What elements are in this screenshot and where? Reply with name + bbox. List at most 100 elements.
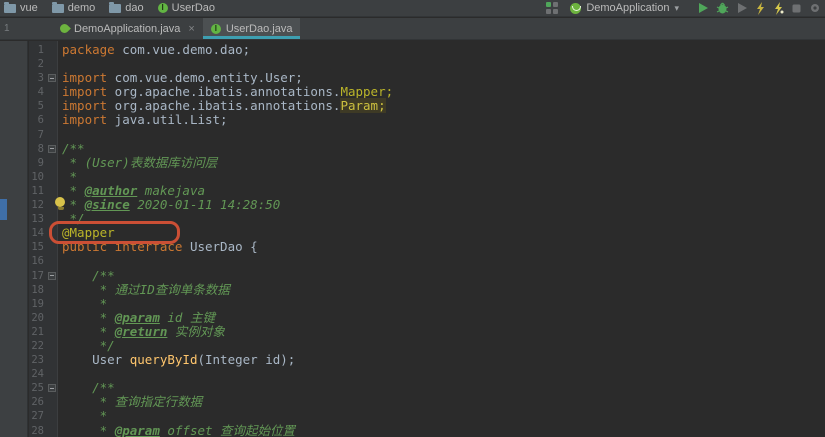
code-token: User: [62, 352, 130, 368]
tab-demoapplication[interactable]: DemoApplication.java ×: [52, 18, 203, 39]
code-token: *: [62, 408, 108, 424]
line-number: 5: [37, 100, 44, 113]
run-configuration-select[interactable]: DemoApplication ▾: [566, 1, 683, 15]
code-line[interactable]: * @author makejava: [62, 182, 825, 198]
code-token: *: [62, 182, 85, 198]
code-line[interactable]: User queryById(Integer id);: [62, 353, 825, 367]
grid-icon[interactable]: [546, 2, 559, 14]
code-line[interactable]: import org.apache.ibatis.annotations.Map…: [62, 85, 825, 99]
breadcrumb-userdao[interactable]: I UserDao: [157, 2, 216, 14]
code-token: org.apache.ibatis.annotations.: [107, 98, 341, 114]
code-token: java.util.List;: [107, 112, 228, 128]
code-line[interactable]: * 通过ID查询单条数据: [62, 282, 825, 297]
code-line[interactable]: * (User)表数据库访问层: [62, 154, 825, 170]
ide-window: vue demo dao I UserDao DemoApplication ▾: [0, 0, 825, 437]
line-number: 9: [37, 156, 44, 169]
breadcrumb-label: UserDao: [171, 2, 216, 14]
code-line[interactable]: [62, 128, 825, 142]
code-token: org.apache.ibatis.annotations.: [107, 84, 341, 100]
breadcrumb-demo[interactable]: demo: [51, 1, 95, 14]
spring-leaf-icon: [58, 22, 71, 35]
mapper-highlight-box: [49, 221, 180, 244]
line-number: 20: [31, 311, 44, 324]
code-line[interactable]: [62, 57, 825, 71]
line-number: 11: [31, 184, 44, 197]
code-line[interactable]: * 查询指定行数据: [62, 395, 825, 409]
tab-userdao[interactable]: I UserDao.java: [202, 18, 301, 39]
code-token: package: [62, 42, 115, 57]
line-number: 4: [37, 86, 44, 99]
code-token: @since: [84, 197, 130, 213]
interface-icon: I: [157, 3, 168, 13]
code-token: * (User)表数据库访问层: [62, 154, 218, 170]
code-token: /**: [62, 140, 85, 156]
line-number: 2: [37, 58, 44, 71]
breadcrumb-label: dao: [125, 2, 144, 14]
line-number: 7: [37, 128, 44, 141]
code-token: import: [62, 112, 108, 128]
fold-collapse-icon[interactable]: [48, 384, 56, 393]
code-line[interactable]: * @since 2020-01-11 14:28:50: [62, 197, 825, 213]
run-icon[interactable]: [697, 2, 709, 14]
stop-icon[interactable]: [791, 3, 802, 14]
tool-window-stripe[interactable]: [0, 41, 28, 437]
code-line[interactable]: * @param offset 查询起始位置: [62, 422, 825, 437]
code-line[interactable]: /**: [62, 267, 825, 283]
code-token: @return: [114, 323, 168, 339]
fold-collapse-icon[interactable]: [48, 74, 56, 83]
breadcrumb-dao[interactable]: dao: [109, 1, 144, 14]
code-token: import: [62, 84, 108, 100]
code-line[interactable]: *: [62, 169, 825, 184]
line-number: 10: [31, 170, 44, 183]
breadcrumb-vue[interactable]: vue: [4, 1, 38, 14]
line-number: 27: [31, 410, 44, 423]
tool-window-indicator: [0, 199, 7, 220]
profiler-alt-icon[interactable]: [773, 1, 784, 15]
interface-icon: I: [210, 23, 221, 34]
code-line[interactable]: /**: [62, 381, 825, 395]
folder-icon: [109, 1, 122, 13]
fold-collapse-icon[interactable]: [48, 271, 56, 280]
code-line[interactable]: import com.vue.demo.entity.User;: [62, 71, 825, 85]
code-line[interactable]: import org.apache.ibatis.annotations.Par…: [62, 98, 825, 114]
code-line[interactable]: *: [62, 295, 825, 311]
code-line[interactable]: public interface UserDao {: [62, 240, 825, 254]
tool-window-stub: 1: [4, 23, 10, 34]
line-number: 18: [31, 283, 44, 296]
lightbulb-icon[interactable]: [55, 197, 66, 210]
code-line[interactable]: [62, 254, 825, 268]
line-number: 26: [31, 396, 44, 409]
run-configuration-label: DemoApplication: [586, 2, 670, 14]
code-line[interactable]: /**: [62, 140, 825, 156]
navigation-bar: vue demo dao I UserDao DemoApplication ▾: [0, 0, 825, 17]
line-number: 3: [29, 71, 57, 85]
code-token: *: [62, 295, 108, 311]
close-icon[interactable]: ×: [188, 23, 194, 35]
fold-collapse-icon[interactable]: [48, 144, 56, 153]
code-line[interactable]: * @return 实例对象: [62, 323, 825, 339]
code-token: *: [62, 309, 115, 325]
line-number: 12: [31, 199, 44, 212]
line-number: 19: [31, 297, 44, 310]
coverage-icon[interactable]: [736, 2, 748, 14]
code-line[interactable]: * @param id 主键: [62, 309, 825, 325]
debug-icon[interactable]: [716, 2, 729, 14]
line-number: 17: [29, 269, 57, 283]
code-line[interactable]: package com.vue.demo.dao;: [62, 42, 825, 57]
code-line[interactable]: import java.util.List;: [62, 113, 825, 127]
code-token: /**: [62, 267, 115, 283]
code-line[interactable]: */: [62, 338, 825, 353]
profiler-icon[interactable]: [755, 1, 766, 15]
editor-panel: 1 2 3 4 5 6 7 8 9 10 11 12 13 14 15 16 17 18 19 20 21 22 23 24 2…: [0, 41, 825, 437]
code-token: (Integer id);: [197, 352, 296, 368]
code-line[interactable]: [62, 367, 825, 381]
code-token: offset 查询起始位置: [159, 422, 296, 437]
line-number: 21: [31, 325, 44, 338]
code-token: 2020-01-11 14:28:50: [129, 197, 281, 213]
folder-icon: [4, 1, 16, 13]
settings-icon[interactable]: [809, 2, 821, 14]
breadcrumb-label: vue: [20, 2, 38, 14]
code-line[interactable]: *: [62, 409, 825, 423]
code-token: Param;: [340, 98, 386, 114]
toolbar: DemoApplication ▾: [546, 1, 821, 15]
